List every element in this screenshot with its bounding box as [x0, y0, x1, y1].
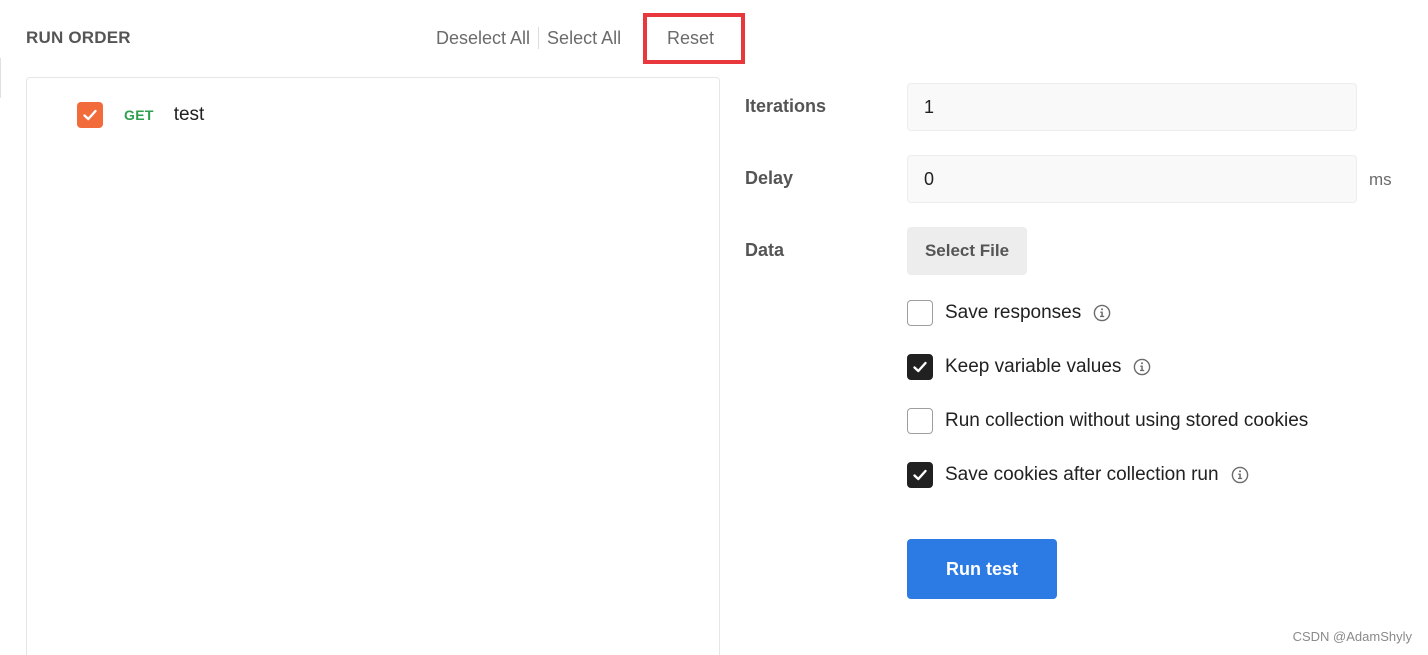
info-icon[interactable] — [1093, 304, 1111, 322]
option-label: Keep variable values — [945, 356, 1122, 377]
request-item[interactable]: GET test — [77, 102, 204, 128]
select-all-button[interactable]: Select All — [539, 26, 629, 50]
check-icon — [913, 361, 927, 373]
option-save-cookies: Save cookies after collection run — [907, 461, 1249, 489]
request-checkbox[interactable] — [77, 102, 103, 128]
info-icon[interactable] — [1231, 466, 1249, 484]
option-run-without-stored-cookies: Run collection without using stored cook… — [907, 407, 1308, 435]
option-keep-variable-values: Keep variable values — [907, 353, 1151, 381]
option-label: Save responses — [945, 302, 1082, 323]
left-edge-divider — [0, 58, 1, 98]
iterations-label: Iterations — [745, 96, 827, 116]
option-label: Save cookies after collection run — [945, 464, 1219, 485]
keep-variable-values-checkbox[interactable] — [907, 354, 933, 380]
option-save-responses: Save responses — [907, 299, 1111, 327]
delay-unit: ms — [1369, 170, 1392, 189]
run-without-cookies-checkbox[interactable] — [907, 408, 933, 434]
delay-label: Delay — [745, 168, 794, 188]
run-test-button[interactable]: Run test — [907, 539, 1057, 599]
deselect-all-button[interactable]: Deselect All — [428, 26, 538, 50]
check-icon — [913, 469, 927, 481]
iterations-input[interactable] — [907, 83, 1357, 131]
run-order-actions: Deselect All Select All — [428, 26, 629, 50]
check-icon — [83, 109, 97, 121]
watermark: CSDN @AdamShyly — [1292, 629, 1412, 644]
select-file-button[interactable]: Select File — [907, 227, 1027, 275]
reset-button[interactable]: Reset — [667, 26, 714, 50]
delay-input[interactable] — [907, 155, 1357, 203]
run-order-list: GET test — [26, 77, 720, 655]
data-label: Data — [745, 240, 785, 260]
save-responses-checkbox[interactable] — [907, 300, 933, 326]
option-label: Run collection without using stored cook… — [945, 410, 1309, 431]
info-icon[interactable] — [1133, 358, 1151, 376]
request-method: GET — [124, 107, 154, 123]
request-name: test — [173, 104, 205, 125]
save-cookies-checkbox[interactable] — [907, 462, 933, 488]
run-order-title: RUN ORDER — [26, 28, 131, 47]
